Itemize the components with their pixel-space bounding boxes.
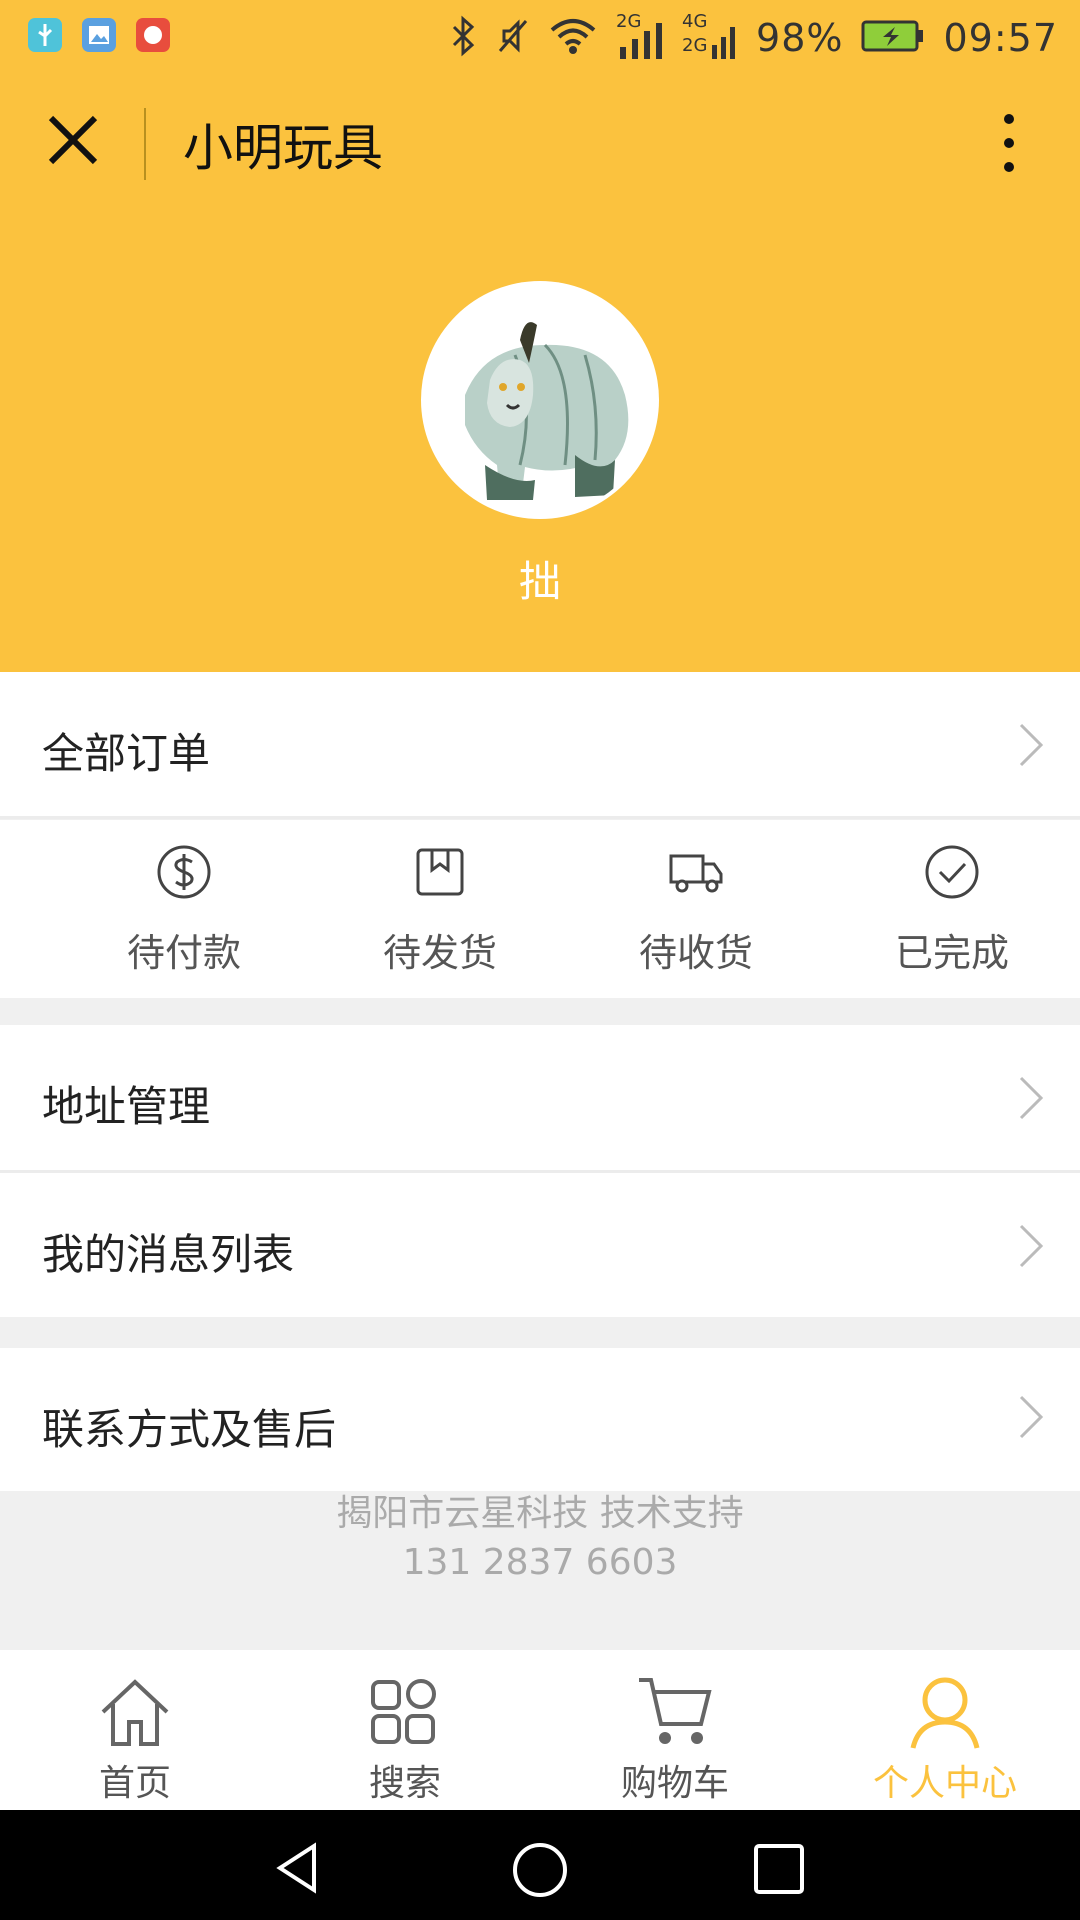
usb-icon	[28, 18, 62, 52]
package-icon	[416, 848, 464, 896]
bottom-tab-bar: 首页 搜索 购物车 个人中心	[0, 1650, 1080, 1810]
huawei-icon	[136, 18, 170, 52]
tab-cart-label: 购物车	[620, 1763, 729, 1804]
tab-profile-label: 个人中心	[872, 1763, 1017, 1804]
tab-search-label: 搜索	[368, 1763, 441, 1804]
chevron-right-icon	[1019, 723, 1044, 767]
avatar[interactable]	[425, 285, 655, 515]
support-text: 揭阳市云星科技 技术支持	[336, 1493, 744, 1534]
dollar-circle-icon	[157, 845, 211, 899]
truck-icon	[669, 854, 723, 893]
pending-receipt-label: 待收货	[638, 931, 753, 975]
divider	[0, 816, 1080, 819]
check-circle-icon	[925, 845, 979, 899]
search-grid-icon	[371, 1679, 436, 1744]
title-divider	[144, 108, 146, 180]
tab-home[interactable]: 首页	[0, 1650, 270, 1810]
chevron-right-icon	[1019, 1076, 1044, 1120]
support-phone[interactable]: 131 2837 6603	[0, 1542, 1080, 1583]
more-button[interactable]	[984, 105, 1034, 185]
chevron-right-icon	[1019, 1395, 1044, 1439]
page-title: 小明玩具	[183, 119, 383, 177]
status-bar: 2G 4G 2G 98% 09:57	[0, 0, 1080, 75]
contact-row[interactable]: 联系方式及售后	[0, 1348, 1080, 1491]
pending-receipt-button[interactable]: 待收货	[596, 820, 796, 998]
completed-label: 已完成	[894, 931, 1009, 975]
username: 拙	[518, 557, 561, 606]
battery-icon	[861, 19, 925, 57]
contact-label: 联系方式及售后	[42, 1405, 337, 1454]
tab-search[interactable]: 搜索	[270, 1650, 540, 1810]
tab-cart[interactable]: 购物车	[540, 1650, 810, 1810]
cart-icon	[639, 1678, 712, 1744]
back-icon[interactable]	[270, 1840, 326, 1896]
home-icon	[101, 1679, 169, 1746]
messages-row[interactable]: 我的消息列表	[0, 1173, 1080, 1317]
pending-payment-label: 待付款	[126, 931, 241, 975]
all-orders-label: 全部订单	[42, 729, 211, 778]
gallery-icon	[82, 18, 116, 52]
battery-percent: 98%	[756, 15, 844, 60]
pending-shipment-label: 待发货	[382, 931, 497, 975]
mute-icon	[496, 15, 530, 61]
pending-shipment-button[interactable]: 待发货	[340, 820, 540, 998]
bear-avatar-image	[425, 285, 655, 515]
all-orders-row[interactable]: 全部订单	[0, 672, 1080, 817]
signal-4g-icon: 4G 2G	[682, 11, 738, 61]
profile-header: 2G 4G 2G 98% 09:57 小明玩具 拙	[0, 0, 1080, 672]
messages-label: 我的消息列表	[42, 1230, 295, 1279]
tab-profile[interactable]: 个人中心	[810, 1650, 1080, 1810]
wifi-icon	[548, 16, 598, 60]
address-row[interactable]: 地址管理	[0, 1025, 1080, 1170]
title-bar: 小明玩具	[0, 75, 1080, 215]
more-vertical-icon	[1004, 114, 1014, 172]
pending-payment-button[interactable]: 待付款	[84, 820, 284, 998]
close-button[interactable]	[38, 105, 108, 175]
clock: 09:57	[943, 15, 1058, 60]
system-nav-bar	[0, 1810, 1080, 1920]
bluetooth-icon	[448, 15, 478, 61]
address-label: 地址管理	[42, 1082, 211, 1131]
chevron-right-icon	[1019, 1224, 1044, 1268]
home-nav-icon[interactable]	[510, 1840, 570, 1900]
close-icon	[48, 115, 98, 165]
tab-home-label: 首页	[98, 1763, 171, 1804]
recents-icon[interactable]	[752, 1842, 806, 1896]
completed-button[interactable]: 已完成	[852, 820, 1052, 998]
user-icon	[910, 1677, 980, 1749]
signal-2g-icon: 2G	[616, 11, 664, 61]
order-status-bar: 待付款 待发货 待收货 已完成	[0, 820, 1080, 998]
